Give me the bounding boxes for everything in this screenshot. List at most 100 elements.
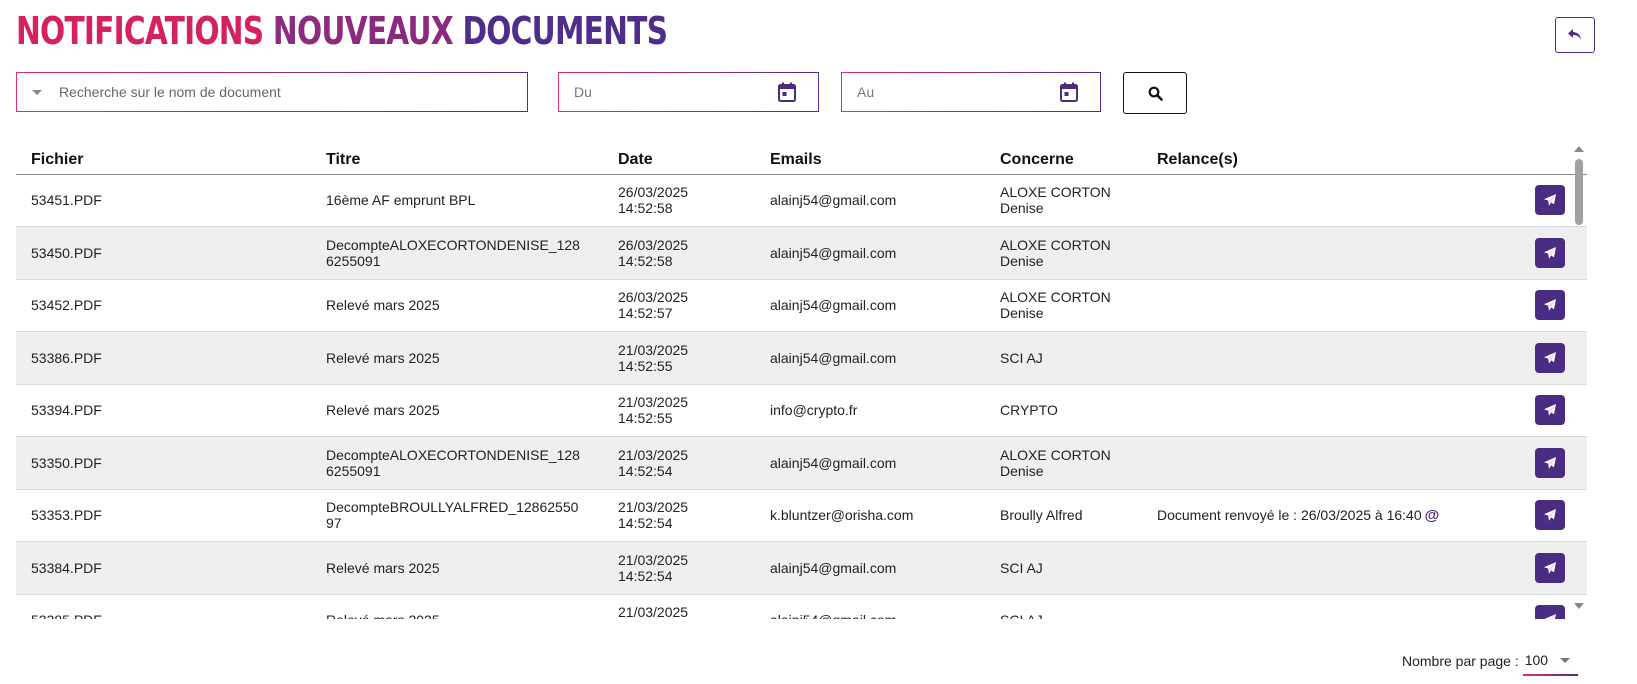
cell-fichier: 53385.PDF	[16, 594, 311, 619]
paper-plane-icon	[1543, 613, 1557, 619]
column-header-concerne[interactable]: Concerne	[985, 146, 1142, 175]
cell-date-day: 21/03/2025	[618, 499, 689, 516]
page-title: NOTIFICATIONS NOUVEAUX DOCUMENTS	[16, 6, 668, 56]
cell-relance	[1142, 226, 1462, 280]
back-button[interactable]	[1555, 17, 1595, 53]
cell-action	[1462, 279, 1587, 332]
cell-email: alainj54@gmail.com	[755, 331, 985, 385]
cell-relance	[1142, 594, 1462, 619]
column-header-date[interactable]: Date	[603, 146, 755, 175]
column-header-action	[1462, 146, 1587, 175]
scrollbar-down-arrow[interactable]	[1574, 603, 1584, 609]
cell-date: 21/03/2025 14:52:55	[603, 384, 755, 437]
send-notification-button[interactable]	[1535, 395, 1565, 426]
table-row[interactable]: 53386.PDF Relevé mars 2025 21/03/2025 14:52…	[16, 331, 1587, 385]
send-notification-button[interactable]	[1535, 605, 1565, 619]
page-size-select[interactable]: 100	[1522, 652, 1579, 676]
send-notification-button[interactable]	[1535, 290, 1565, 321]
table-row[interactable]: 53451.PDF 16ème AF emprunt BPL 26/03/2025 1…	[16, 174, 1587, 227]
table-row[interactable]: 53394.PDF Relevé mars 2025 21/03/2025 14:52…	[16, 384, 1587, 437]
cell-date: 21/03/2025 14:52:55	[603, 331, 755, 385]
cell-relance	[1142, 384, 1462, 437]
cell-concerne: Broully Alfred	[985, 489, 1142, 542]
calendar-icon[interactable]	[778, 82, 796, 102]
cell-fichier: 53384.PDF	[16, 541, 311, 595]
cell-email: alainj54@gmail.com	[755, 174, 985, 227]
cell-email: info@crypto.fr	[755, 384, 985, 437]
send-notification-button[interactable]	[1535, 342, 1565, 373]
cell-email: alainj54@gmail.com	[755, 226, 985, 280]
table-row[interactable]: 53452.PDF Relevé mars 2025 26/03/2025 14:52…	[16, 279, 1587, 332]
send-notification-button[interactable]	[1535, 237, 1565, 268]
dropdown-caret-icon[interactable]	[32, 89, 42, 95]
table-row[interactable]: 53450.PDF DecompteALOXECORTONDENISE_12862…	[16, 226, 1587, 280]
cell-date-day: 21/03/2025	[618, 446, 689, 463]
table-row[interactable]: 53385.PDFRelevé mars 202521/03/202514:52…	[16, 594, 1587, 619]
cell-date: 26/03/2025 14:52:57	[603, 279, 755, 332]
date-to-input[interactable]	[857, 73, 1060, 111]
cell-titre: Relevé mars 2025	[311, 384, 603, 437]
cell-titre: Relevé mars 2025	[311, 541, 603, 595]
scrollbar-up-arrow[interactable]	[1574, 146, 1584, 152]
paper-plane-icon	[1543, 246, 1557, 260]
cell-action	[1462, 541, 1587, 595]
cell-date-day: 26/03/2025	[618, 184, 689, 201]
send-notification-button[interactable]	[1535, 552, 1565, 583]
paper-plane-icon	[1543, 193, 1557, 207]
cell-date: 21/03/202514:52:54	[603, 436, 755, 490]
date-from-input[interactable]	[574, 73, 778, 111]
cell-action	[1462, 226, 1587, 280]
send-notification-button[interactable]	[1535, 447, 1565, 478]
cell-fichier: 53353.PDF	[16, 489, 311, 542]
cell-date: 26/03/2025 14:52:58	[603, 174, 755, 227]
cell-concerne: SCI AJ	[985, 331, 1142, 385]
cell-date-time: 14:52:57	[618, 305, 673, 322]
cell-email: alainj54@gmail.com	[755, 279, 985, 332]
cell-date-day: 21/03/2025	[618, 551, 689, 568]
pagination: Nombre par page : 100	[1402, 645, 1579, 676]
calendar-icon[interactable]	[1060, 82, 1078, 102]
cell-date-time: 14:52:58	[618, 252, 673, 269]
cell-relance	[1142, 436, 1462, 490]
send-notification-button[interactable]	[1535, 185, 1565, 216]
paper-plane-icon	[1543, 456, 1557, 470]
cell-action	[1462, 436, 1587, 490]
date-to-field[interactable]	[841, 72, 1101, 112]
cell-titre: DecompteALOXECORTONDENISE_1286255091	[311, 436, 603, 490]
page-title-word-2: NOUVEAUX	[272, 9, 454, 53]
cell-email: alainj54@gmail.com	[755, 541, 985, 595]
column-header-emails[interactable]: Emails	[755, 146, 985, 175]
table-row[interactable]: 53350.PDF DecompteALOXECORTONDENISE_12862…	[16, 436, 1587, 490]
cell-fichier: 53452.PDF	[16, 279, 311, 332]
search-button[interactable]	[1123, 72, 1187, 114]
table-row[interactable]: 53353.PDF DecompteBROULLYALFRED_128625509…	[16, 489, 1587, 542]
column-header-titre[interactable]: Titre	[311, 146, 603, 175]
chevron-down-icon	[1560, 657, 1571, 663]
cell-titre: DecompteALOXECORTONDENISE_1286255091	[311, 226, 603, 280]
cell-date: 26/03/2025 14:52:58	[603, 226, 755, 280]
cell-concerne: ALOXE CORTON Denise	[985, 279, 1142, 332]
scrollbar-thumb[interactable]	[1575, 159, 1583, 225]
cell-email: k.bluntzer@orisha.com	[755, 489, 985, 542]
document-search-input[interactable]	[59, 73, 527, 111]
cell-titre: Relevé mars 2025	[311, 594, 603, 619]
send-notification-button[interactable]	[1535, 500, 1565, 531]
paper-plane-icon	[1543, 508, 1557, 522]
reply-arrow-icon	[1568, 29, 1581, 40]
cell-concerne: SCI AJ	[985, 541, 1142, 595]
cell-relance	[1142, 279, 1462, 332]
documents-table: Fichier Titre Date Emails Concerne Relan…	[16, 146, 1587, 619]
at-sign-icon[interactable]: @	[1425, 507, 1440, 524]
cell-date: 21/03/202514:52:54	[603, 541, 755, 595]
column-header-relances[interactable]: Relance(s)	[1142, 146, 1462, 175]
cell-date-day: 21/03/2025	[618, 394, 689, 411]
column-header-fichier[interactable]: Fichier	[16, 146, 311, 175]
date-from-field[interactable]	[558, 72, 819, 112]
table-row[interactable]: 53384.PDF Relevé mars 2025 21/03/2025 14:52…	[16, 541, 1587, 595]
cell-date-time: 14:52:55	[618, 357, 673, 374]
document-search-field[interactable]	[16, 72, 528, 112]
cell-date-day: 26/03/2025	[618, 236, 689, 253]
cell-fichier: 53451.PDF	[16, 174, 311, 227]
cell-relance	[1142, 174, 1462, 227]
cell-concerne: SCI AJ	[985, 594, 1142, 619]
